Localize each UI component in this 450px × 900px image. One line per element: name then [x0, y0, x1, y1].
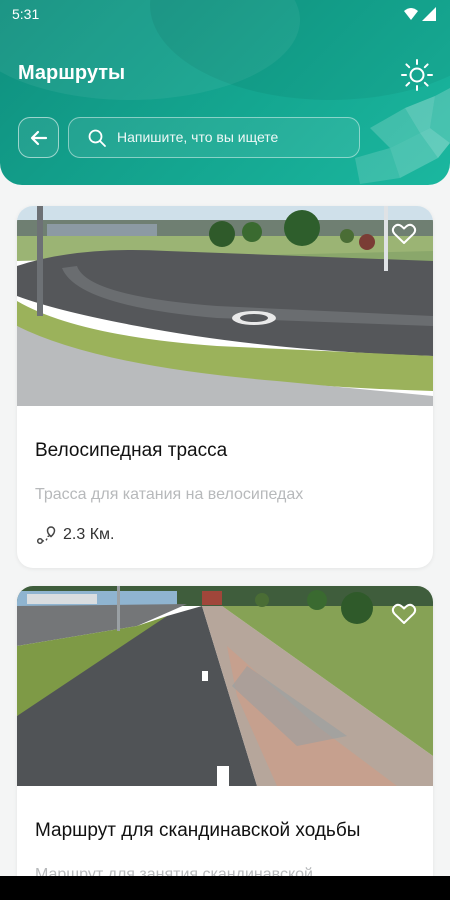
search-input[interactable]	[117, 118, 347, 156]
system-navigation-bar	[0, 876, 450, 900]
wifi-signal-icon	[404, 7, 436, 21]
route-distance-value: 2.3 Км.	[63, 526, 115, 543]
app-header: 5:31 Маршруты	[0, 0, 450, 185]
route-title: Маршрут для скандинавской ходьбы	[35, 820, 361, 841]
heart-outline-icon[interactable]	[391, 222, 417, 246]
page-title: Маршруты	[18, 62, 126, 84]
status-bar: 5:31	[0, 0, 450, 28]
search-bar[interactable]	[68, 117, 360, 158]
route-distance: 2.3 Км.	[35, 524, 114, 546]
arrow-left-icon	[30, 130, 47, 145]
route-card[interactable]: Велосипедная трасса Трасса для катания н…	[17, 206, 433, 568]
cycling-track-photo	[17, 206, 433, 406]
route-card[interactable]: Маршрут для скандинавской ходьбы Маршрут…	[17, 586, 433, 900]
heart-outline-icon[interactable]	[391, 602, 417, 626]
walking-path-photo	[17, 586, 433, 786]
back-button[interactable]	[18, 117, 59, 158]
route-description: Трасса для катания на велосипедах	[35, 486, 304, 503]
route-icon	[36, 526, 56, 545]
sun-icon[interactable]	[398, 56, 436, 94]
search-icon	[88, 129, 106, 147]
route-title: Велосипедная трасса	[35, 440, 228, 461]
lowpoly-decoration	[355, 88, 450, 184]
status-time: 5:31	[12, 6, 40, 22]
